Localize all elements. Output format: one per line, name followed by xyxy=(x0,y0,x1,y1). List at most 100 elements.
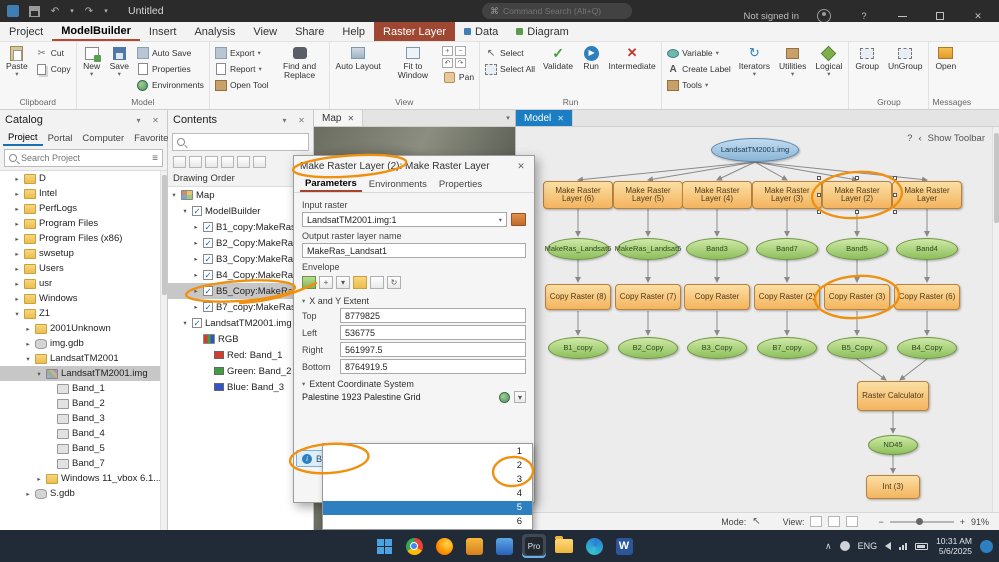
catalog-item-band-5[interactable]: Band_5 xyxy=(0,441,167,456)
zoom-in-icon[interactable]: + xyxy=(441,46,453,56)
contents-item-b5[interactable]: ▸✓B5_Copy:MakeRas_Land... xyxy=(168,283,313,299)
redo-icon[interactable]: ↷ xyxy=(81,3,97,19)
catalog-item-perflogs[interactable]: ▸ PerfLogs xyxy=(0,201,167,216)
model-node-band4[interactable]: Band4 xyxy=(896,238,958,260)
map-view-tab[interactable]: Map ✕ xyxy=(314,110,364,126)
layer-checkbox[interactable]: ✓ xyxy=(203,302,213,312)
catalog-search-input[interactable] xyxy=(21,153,149,163)
extent-top-input[interactable] xyxy=(340,308,526,323)
zoom-percent[interactable]: 91% xyxy=(971,517,989,527)
expand-arrow-icon[interactable]: ▸ xyxy=(13,250,21,258)
layer-checkbox[interactable]: ✓ xyxy=(192,206,202,216)
extent-dropdown-icon[interactable]: ▾ xyxy=(336,276,350,289)
band-option-1[interactable]: 1 xyxy=(323,444,532,458)
layer-checkbox[interactable]: ✓ xyxy=(203,238,213,248)
auto-save-button[interactable]: Auto Save xyxy=(135,46,206,60)
open-tool-button[interactable]: Open Tool xyxy=(213,78,271,92)
show-toolbar-button[interactable]: Show Toolbar xyxy=(928,133,985,144)
collapse-arrow-icon[interactable]: ▾ xyxy=(35,370,43,378)
close-dialog-icon[interactable]: ✕ xyxy=(514,161,528,172)
expand-arrow-icon[interactable]: ▸ xyxy=(13,175,21,183)
expand-arrow-icon[interactable]: ▸ xyxy=(192,223,200,231)
dialog-tab-environments[interactable]: Environments xyxy=(364,176,432,192)
extent-cs-value[interactable]: Palestine 1923 Palestine Grid xyxy=(302,392,495,402)
weather-icon[interactable] xyxy=(839,541,850,551)
model-node-make-raster-layer-6[interactable]: Make Raster Layer (6) xyxy=(543,181,613,209)
close-pane-icon[interactable]: ✕ xyxy=(295,116,308,125)
catalog-item-2001unknown[interactable]: ▸ 2001Unknown xyxy=(0,321,167,336)
expand-arrow-icon[interactable]: ▸ xyxy=(13,220,21,228)
catalog-item-intel[interactable]: ▸ Intel xyxy=(0,186,167,201)
model-node-b2-copy[interactable]: B2_Copy xyxy=(618,337,678,359)
new-model-button[interactable]: New ▾ xyxy=(80,43,104,79)
expand-arrow-icon[interactable]: ▸ xyxy=(192,271,200,279)
model-node-make-raster-layer-4[interactable]: Make Raster Layer (4) xyxy=(682,181,752,209)
band-option-4[interactable]: 4 xyxy=(323,487,532,501)
context-tab-diagram[interactable]: Diagram xyxy=(507,22,578,41)
notifications-button[interactable] xyxy=(980,539,993,553)
context-tab-raster-layer[interactable]: Raster Layer xyxy=(374,22,456,41)
search-options-icon[interactable]: ≡ xyxy=(152,153,158,164)
validate-button[interactable]: ✓ Validate xyxy=(540,43,576,71)
layer-checkbox[interactable]: ✓ xyxy=(192,318,202,328)
contents-item-b2-copy-makeras-land[interactable]: ▸✓B2_Copy:MakeRas_Land... xyxy=(168,235,313,251)
contents-search[interactable] xyxy=(172,133,309,151)
catalog-item-usr[interactable]: ▸ usr xyxy=(0,276,167,291)
close-pane-icon[interactable]: ✕ xyxy=(149,116,162,125)
ribbon-tab-help[interactable]: Help xyxy=(333,22,374,41)
catalog-item-windows-11-vbox-6-1[interactable]: ▸ Windows 11_vbox 6.1... xyxy=(0,471,167,486)
refresh-icon[interactable]: ↻ xyxy=(387,276,401,289)
model-node-b4-copy[interactable]: B4_Copy xyxy=(897,337,957,359)
expand-arrow-icon[interactable]: ▸ xyxy=(13,280,21,288)
extent-icon[interactable] xyxy=(302,276,316,289)
model-node-copy-raster-3[interactable]: Copy Raster (3) xyxy=(824,284,890,310)
model-node-makeras-landsat6[interactable]: MakeRas_Landsat6 xyxy=(545,238,611,260)
catalog-scrollbar[interactable] xyxy=(160,171,167,530)
layer-checkbox[interactable]: ✓ xyxy=(203,222,213,232)
expand-arrow-icon[interactable]: ▸ xyxy=(13,205,21,213)
collapse-arrow-icon[interactable]: ▾ xyxy=(181,207,189,215)
help-icon[interactable]: ? xyxy=(907,133,912,144)
ribbon-tab-share[interactable]: Share xyxy=(286,22,333,41)
expand-arrow-icon[interactable]: ▸ xyxy=(13,190,21,198)
output-name-input[interactable] xyxy=(302,243,526,258)
model-node-make-raster-layer[interactable]: Make Raster Layer xyxy=(892,181,962,209)
catalog-tab-project[interactable]: Project xyxy=(3,130,43,146)
expand-arrow-icon[interactable]: ▸ xyxy=(35,475,43,483)
copy-button[interactable]: Copy xyxy=(34,62,73,76)
collapse-arrow-icon[interactable]: ▾ xyxy=(24,355,32,363)
collapse-arrow-icon[interactable]: ▾ xyxy=(13,310,21,318)
list-by-editing-icon[interactable] xyxy=(221,156,234,168)
expand-arrow-icon[interactable]: ▸ xyxy=(192,255,200,263)
contents-item-modelbuilder[interactable]: ▾ ✓ ModelBuilder xyxy=(168,203,313,219)
select-all-button[interactable]: Select All xyxy=(483,62,537,76)
auto-hide-icon[interactable]: ▾ xyxy=(278,116,291,125)
catalog-item-d[interactable]: ▸ D xyxy=(0,171,167,186)
catalog-item-z1[interactable]: ▾ Z1 xyxy=(0,306,167,321)
expand-arrow-icon[interactable]: ▸ xyxy=(13,265,21,273)
zoom-slider[interactable] xyxy=(889,517,954,525)
list-by-labeling-icon[interactable] xyxy=(253,156,266,168)
list-by-drawing-order-icon[interactable] xyxy=(173,156,186,168)
catalog-item-users[interactable]: ▸ Users xyxy=(0,261,167,276)
collapse-arrow-icon[interactable]: ▾ xyxy=(170,191,178,199)
catalog-item-band-7[interactable]: Band_7 xyxy=(0,456,167,471)
model-node-b5-copy[interactable]: B5_Copy xyxy=(827,337,887,359)
model-node-band5[interactable]: Band5 xyxy=(826,238,888,260)
model-node-landsattm2001-img[interactable]: LandsatTM2001.img xyxy=(711,138,799,162)
iterators-button[interactable]: ↻ Iterators ▾ xyxy=(736,43,773,79)
view-mode-icon-1[interactable] xyxy=(810,516,823,527)
ribbon-tab-view[interactable]: View xyxy=(244,22,286,41)
ribbon-tab-analysis[interactable]: Analysis xyxy=(185,22,244,41)
xy-extent-section[interactable]: ▾ X and Y Extent xyxy=(302,296,526,306)
close-tab-icon[interactable]: ✕ xyxy=(347,114,354,123)
catalog-item-img-gdb[interactable]: ▸ img.gdb xyxy=(0,336,167,351)
view-mode-icon-3[interactable] xyxy=(846,516,859,527)
taskbar-app-blue-icon[interactable] xyxy=(492,534,516,558)
paste-extent-icon[interactable] xyxy=(370,276,384,289)
expand-arrow-icon[interactable]: ▸ xyxy=(13,235,21,243)
save-model-button[interactable]: Save ▾ xyxy=(107,43,132,79)
zoom-in-icon[interactable]: + xyxy=(960,517,965,527)
catalog-item-band-2[interactable]: Band_2 xyxy=(0,396,167,411)
clock[interactable]: 10:31 AM 5/6/2025 xyxy=(936,536,972,556)
